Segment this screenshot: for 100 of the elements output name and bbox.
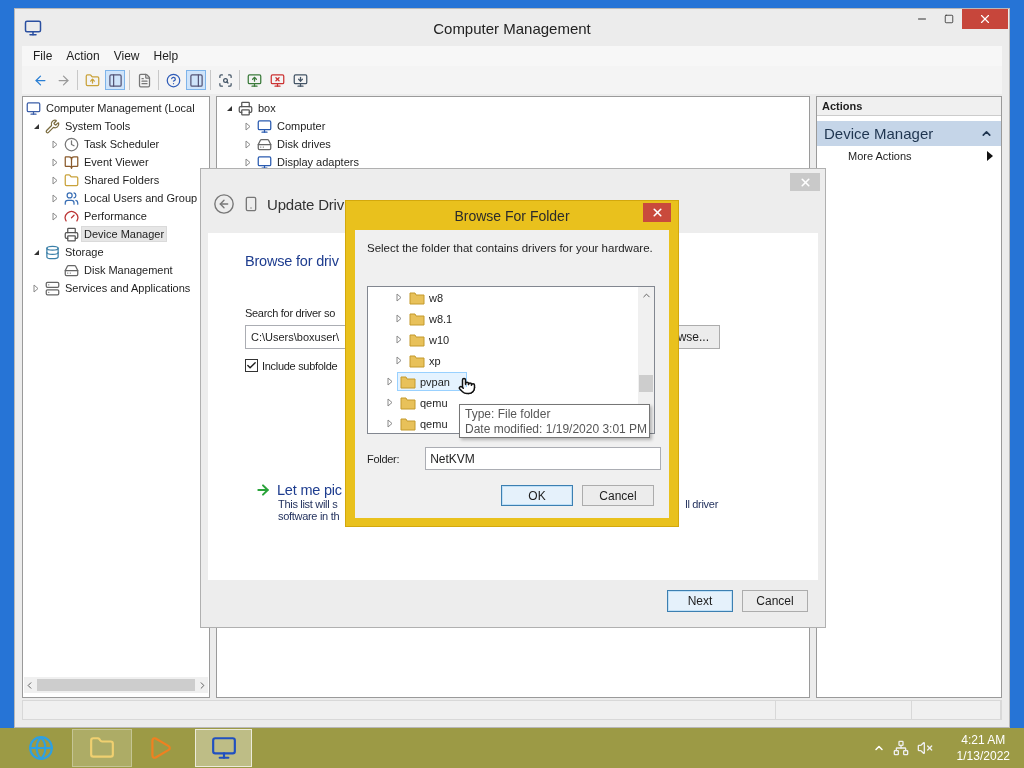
database-icon <box>45 244 60 260</box>
tree-item[interactable]: box <box>255 100 279 116</box>
menu-item[interactable]: Action <box>61 47 105 65</box>
dialog-title: Browse For Folder <box>454 207 570 224</box>
dialog-heading: Browse for driv <box>245 253 339 269</box>
expand-arrow-icon[interactable] <box>387 377 393 386</box>
toolbar-button[interactable] <box>105 70 125 90</box>
menu-item[interactable]: View <box>108 47 145 65</box>
close-icon <box>978 12 992 26</box>
dialog-title: Update Driv <box>267 195 344 213</box>
tree-item[interactable]: Event Viewer <box>81 154 152 170</box>
taskbar-app[interactable] <box>195 729 252 767</box>
link-title[interactable]: Let me pic <box>277 482 342 498</box>
folder-icon <box>64 172 79 188</box>
monitor-icon <box>257 154 272 170</box>
menu-item[interactable]: File <box>28 47 58 65</box>
expand-arrow-icon[interactable] <box>387 419 393 428</box>
monitor-icon <box>26 100 41 116</box>
tree-item[interactable]: Disk drives <box>274 136 334 152</box>
speaker-muted-icon[interactable] <box>916 740 933 756</box>
scrollbar-thumb[interactable] <box>639 375 653 392</box>
hand-pointer-icon <box>458 377 476 395</box>
tree-item[interactable]: Shared Folders <box>81 172 163 188</box>
dialog-button[interactable]: Next <box>667 590 733 612</box>
folder-icon <box>400 374 416 389</box>
users-icon <box>64 190 79 206</box>
tree-item[interactable]: Task Scheduler <box>81 136 163 152</box>
close-icon <box>798 175 812 189</box>
search-label: Search for driver so <box>245 307 335 319</box>
collapse-arrow-icon[interactable] <box>225 104 233 112</box>
document-icon <box>136 72 152 88</box>
folder-item[interactable]: qemu <box>397 393 452 412</box>
menu-item[interactable]: Help <box>148 47 184 65</box>
monitor-x-icon <box>269 72 285 88</box>
clock-icon <box>64 136 79 152</box>
scan-icon <box>217 72 233 88</box>
printer-icon <box>64 226 79 242</box>
collapse-arrow-icon[interactable] <box>32 122 40 130</box>
book-icon <box>64 154 79 170</box>
folder-item[interactable]: qemu <box>397 414 452 433</box>
folder-item[interactable]: w10 <box>406 330 454 349</box>
printer-icon <box>238 100 253 116</box>
monitor-icon <box>257 118 272 134</box>
tree-item[interactable]: Performance <box>81 208 150 224</box>
network-icon[interactable] <box>892 740 909 756</box>
monitor-icon <box>24 19 42 37</box>
checkbox-label: Include subfolde <box>262 359 338 372</box>
dialog-button[interactable]: Cancel <box>742 590 808 612</box>
monitor-icon <box>210 735 237 761</box>
left-panel-icon <box>107 72 123 88</box>
device-icon <box>243 196 259 212</box>
action-item[interactable]: More Actions <box>817 146 1001 166</box>
actions-section[interactable]: Device Manager <box>817 121 1001 146</box>
expand-arrow-icon[interactable] <box>396 356 402 365</box>
folder-up-icon <box>84 72 100 88</box>
description-text: This list will s <box>278 498 338 510</box>
tree-item[interactable]: Storage <box>62 244 107 260</box>
expand-arrow-icon[interactable] <box>33 283 39 293</box>
folder-item[interactable]: pvpan <box>397 372 467 391</box>
wrench-icon <box>45 118 60 134</box>
folder-field[interactable]: NetKVM <box>425 447 662 470</box>
horizontal-scrollbar[interactable] <box>24 677 208 693</box>
folder-icon <box>409 353 425 368</box>
dialog-button[interactable]: OK <box>501 485 573 506</box>
tooltip: Type: File folder Date modified: 1/19/2020 3:01 PM <box>459 404 650 438</box>
tree-item[interactable]: Computer <box>274 118 329 134</box>
folder-icon <box>409 290 425 305</box>
hard-drive-icon <box>64 262 79 278</box>
expand-arrow-icon[interactable] <box>387 398 393 407</box>
expand-arrow-icon[interactable] <box>396 335 402 344</box>
description-text: software in th <box>278 510 341 522</box>
folder-item[interactable]: w8.1 <box>406 309 457 328</box>
checkbox[interactable] <box>245 359 258 372</box>
folder-item[interactable]: w8 <box>406 288 448 307</box>
tree-item[interactable]: Display adapters <box>274 154 362 170</box>
folder-icon <box>409 332 425 347</box>
arrow-icon <box>255 482 271 498</box>
expand-arrow-icon[interactable] <box>396 293 402 302</box>
expand-arrow-icon[interactable] <box>396 314 402 323</box>
instruction-text: Select the folder that contains drivers for your hardware. <box>367 242 654 254</box>
tree-item[interactable]: Disk Management <box>81 262 176 278</box>
dialog-button[interactable]: Cancel <box>582 485 654 506</box>
collapse-arrow-icon[interactable] <box>32 248 40 256</box>
folder-icon <box>409 311 425 326</box>
tree-item[interactable]: System Tools <box>62 118 134 134</box>
tree-item[interactable]: Device Manager <box>81 226 168 242</box>
tree-item[interactable]: Computer Management (Local <box>43 100 198 116</box>
gauge-icon <box>64 208 79 224</box>
tree-item[interactable]: Services and Applications <box>62 280 194 296</box>
folder-item[interactable]: xp <box>406 351 445 370</box>
folder-icon <box>400 395 416 410</box>
toolbar-button[interactable] <box>186 70 206 90</box>
close-button[interactable] <box>962 9 1008 29</box>
close-button[interactable] <box>643 203 671 222</box>
back-button[interactable] <box>213 193 235 215</box>
description-text: ll driver <box>685 498 718 510</box>
maximize-icon <box>943 14 954 24</box>
tree-item[interactable]: Local Users and Group <box>81 190 201 206</box>
help-icon <box>165 72 181 88</box>
monitor-down-icon <box>292 72 308 88</box>
